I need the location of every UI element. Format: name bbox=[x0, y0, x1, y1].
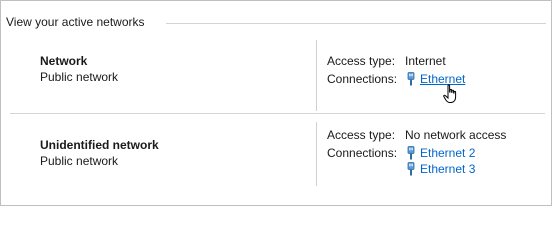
connection-item: Ethernet 3 bbox=[405, 161, 506, 177]
connections-label: Connections: bbox=[327, 146, 398, 160]
access-type-value: Internet bbox=[405, 54, 446, 68]
network-details-2: Access type: No network access Connectio… bbox=[327, 127, 506, 177]
network-summary-1: Network Public network bbox=[40, 53, 118, 85]
network-summary-2: Unidentified network Public network bbox=[40, 137, 159, 169]
ethernet-2-connection-link[interactable]: Ethernet 2 bbox=[420, 145, 475, 161]
row-divider bbox=[10, 113, 545, 114]
header-divider bbox=[166, 23, 546, 24]
access-type-label: Access type: bbox=[327, 128, 396, 142]
section-header: View your active networks bbox=[6, 13, 153, 31]
ethernet-icon bbox=[407, 72, 415, 86]
network-name: Unidentified network bbox=[40, 138, 159, 152]
access-type-value: No network access bbox=[405, 128, 507, 142]
network-details-1: Access type: Internet Connections: Ether… bbox=[327, 53, 465, 87]
section-title: View your active networks bbox=[6, 15, 145, 29]
connections-list: Ethernet 2 Ethernet 3 bbox=[405, 145, 506, 177]
connections-label: Connections: bbox=[327, 72, 398, 86]
access-type-label: Access type: bbox=[327, 54, 396, 68]
network-category: Public network bbox=[40, 154, 119, 168]
ethernet-3-connection-link[interactable]: Ethernet 3 bbox=[420, 161, 475, 177]
ethernet-icon bbox=[407, 146, 415, 160]
network-category: Public network bbox=[40, 70, 119, 84]
ethernet-icon bbox=[407, 162, 415, 176]
column-divider bbox=[316, 122, 317, 186]
connection-item: Ethernet 2 bbox=[405, 145, 506, 161]
hand-pointer-icon bbox=[443, 84, 457, 103]
network-name: Network bbox=[40, 54, 88, 68]
column-divider bbox=[316, 40, 317, 111]
